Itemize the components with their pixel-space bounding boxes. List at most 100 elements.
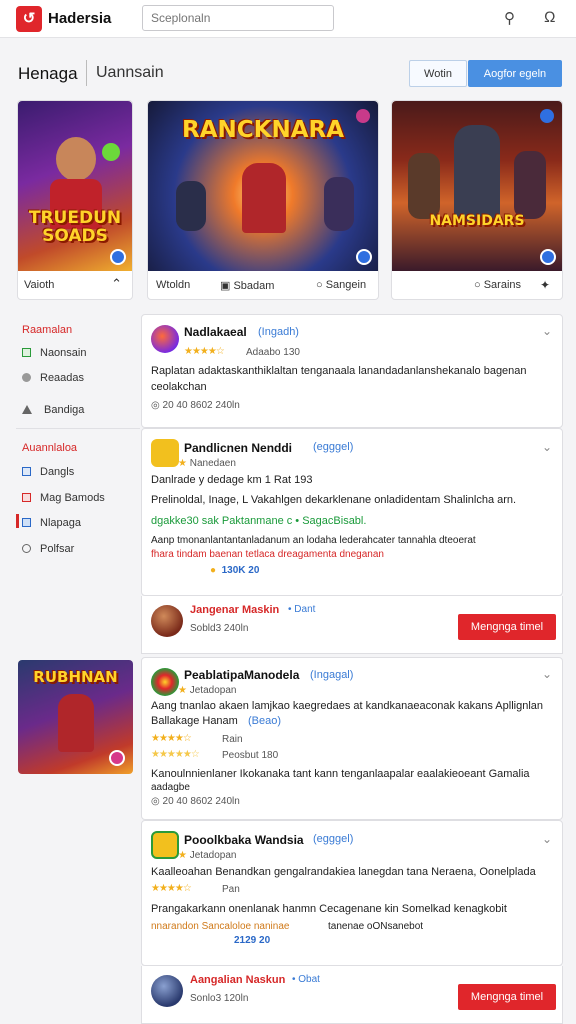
author-tag[interactable]: (egggel) xyxy=(313,833,353,845)
search-icon[interactable]: ⚲ xyxy=(504,9,515,27)
game-card-footer: ○ Sarains ✦ xyxy=(392,271,562,299)
sidebar-item-6[interactable]: Nlapaga xyxy=(22,517,81,529)
sub-author-name[interactable]: Aangalian Naskun xyxy=(190,974,285,986)
post-text: dgakke30 sak Paktanmane c • SagacBisabl. xyxy=(151,515,367,527)
header-divider xyxy=(86,60,87,86)
grid-icon[interactable]: ✦ xyxy=(540,278,550,292)
sidebar-item-7[interactable]: Polfsar xyxy=(22,543,74,555)
rating-text: Adaabo 130 xyxy=(246,347,300,358)
game-footer-label: Vaioth xyxy=(24,279,55,291)
list-icon xyxy=(22,467,31,476)
chevron-down-icon[interactable]: ⌄ xyxy=(542,440,552,454)
sidebar-item-label: Reaadas xyxy=(40,372,85,384)
game-card-image: TRUEDUN SOADS xyxy=(18,101,132,271)
action-button[interactable]: Mengnga timel xyxy=(458,984,556,1010)
chevron-up-icon[interactable]: ⌃ xyxy=(111,276,122,292)
rating-stars: ★★★★☆ xyxy=(151,883,192,894)
favorite-icon[interactable] xyxy=(540,109,554,123)
sub-meta: Sonlo3 120ln xyxy=(190,993,249,1004)
post-text: Prelinoldal, Inage, L Vakahlgen dekarkle… xyxy=(151,494,517,506)
post-text: Kanoulnnienlaner Ikokanaka tant kann ten… xyxy=(151,768,530,780)
page-title: Henaga xyxy=(18,64,78,83)
game-title: NAMSIDARS xyxy=(429,213,525,229)
post-text: Prangakarkann onenlanak hanmn Cecagenane… xyxy=(151,903,507,915)
game-title: TRUEDUN SOADS xyxy=(28,208,122,246)
post-text: nnarandon Sancaloloe naninae xyxy=(151,921,290,932)
author-name[interactable]: Pooolkbaka Wandsia xyxy=(184,833,304,847)
game-card-image: NAMSIDARS xyxy=(392,101,562,271)
author-subtitle: ★ Nanedaen xyxy=(178,458,236,469)
sidebar-item-2[interactable]: Reaadas xyxy=(22,372,84,384)
feed-card-2[interactable]: Pandlicnen Nenddi (egggel) ⌄ ★ Nanedaen … xyxy=(141,428,563,596)
feed-card-1[interactable]: Nadlakaeal (Ingadh) ⌄ ★★★★☆ Adaabo 130 R… xyxy=(141,314,563,428)
sub-author-tag: • Obat xyxy=(292,974,320,985)
rating-text: Pan xyxy=(222,884,240,895)
avatar[interactable] xyxy=(151,668,179,696)
chevron-down-icon[interactable]: ⌄ xyxy=(542,324,552,338)
game-footer-label: ○ Sarains xyxy=(474,279,521,291)
inline-tag[interactable]: (Beao) xyxy=(248,715,281,727)
avatar[interactable] xyxy=(151,975,183,1007)
avatar[interactable] xyxy=(151,605,183,637)
sidebar-divider xyxy=(16,428,140,429)
avatar[interactable] xyxy=(151,439,179,467)
avatar[interactable] xyxy=(151,325,179,353)
post-text: Aanp tmonanlantantanladanum an lodaha le… xyxy=(151,535,476,546)
search-input[interactable] xyxy=(142,5,334,31)
rating-text: Rain xyxy=(222,734,243,745)
game-card-3[interactable]: NAMSIDARS ○ Sarains ✦ xyxy=(391,100,563,300)
sidebar-item-1[interactable]: Naonsain xyxy=(22,347,86,359)
rating-stars: ★★★★★☆ xyxy=(151,749,200,760)
game-card-2[interactable]: RANCKNARA Wtoldn ▣ Sbadam ○ Sangein xyxy=(147,100,379,300)
rating-stars: ★★★★☆ xyxy=(184,346,225,357)
sidebar-item-label: Nlapaga xyxy=(40,517,81,529)
sub-author-tag: • Dant xyxy=(288,604,316,615)
sub-card-2: Aangalian Naskun • Obat Sonlo3 120ln Men… xyxy=(141,966,563,1024)
sidebar-item-4[interactable]: Dangls xyxy=(22,466,74,478)
chevron-down-icon[interactable]: ⌄ xyxy=(542,832,552,846)
sidebar-item-3[interactable]: Bandiga xyxy=(22,404,84,416)
author-name[interactable]: PeablatipaManodela xyxy=(184,668,299,682)
top-bar: ↺ Hadersia ⚲ Ω xyxy=(0,0,576,38)
game-card-1[interactable]: TRUEDUN SOADS Vaioth ⌃ xyxy=(17,100,133,300)
bell-icon xyxy=(22,405,32,414)
sidebar-item-label: Bandiga xyxy=(44,404,85,416)
sidebar-section-title: Raamalan xyxy=(22,324,73,336)
feed-card-3[interactable]: PeablatipaManodela (Ingagal) ⌄ ★ Jetadop… xyxy=(141,657,563,820)
post-text: Raplatan adaktaskanthiklaltan tenganaala… xyxy=(151,365,527,377)
badge-icon xyxy=(109,750,125,766)
primary-button[interactable]: Aogfor egeln xyxy=(468,60,562,87)
author-tag[interactable]: (Ingadh) xyxy=(258,326,299,338)
avatar[interactable] xyxy=(151,831,179,859)
user-icon[interactable]: Ω xyxy=(544,9,556,26)
feed-card-4[interactable]: Pooolkbaka Wandsia (egggel) ⌄ ★ Jetadopa… xyxy=(141,820,563,966)
post-text: Danlrade y dedage km 1 Rat 193 xyxy=(151,474,313,486)
badge-icon xyxy=(540,249,556,265)
game-thumbnail[interactable]: RUBHNAN xyxy=(18,660,133,774)
app-logo[interactable]: ↺ xyxy=(16,6,42,32)
check-icon xyxy=(22,348,31,357)
author-tag[interactable]: (Ingagal) xyxy=(310,669,353,681)
secondary-button[interactable]: Wotin xyxy=(409,60,467,87)
sidebar-item-label: Mag Bamods xyxy=(40,492,105,504)
action-button[interactable]: Mengnga timel xyxy=(458,614,556,640)
author-name[interactable]: Pandlicnen Nenddi xyxy=(184,441,292,455)
active-indicator xyxy=(16,514,19,528)
sidebar-item-label: Naonsain xyxy=(40,347,87,359)
author-subtitle: ★ Jetadopan xyxy=(178,850,237,861)
post-text: fhara tindam baenan tetlaca dreagamenta … xyxy=(151,549,384,560)
author-name[interactable]: Nadlakaeal xyxy=(184,325,247,339)
page-icon xyxy=(22,518,31,527)
sidebar-section-title: Auannlaloa xyxy=(22,442,78,454)
sidebar-item-5[interactable]: Mag Bamods xyxy=(22,492,105,504)
favorite-icon[interactable] xyxy=(356,109,370,123)
post-text: Kaalleoahan Benandkan gengalrandakiea la… xyxy=(151,866,536,878)
chevron-down-icon[interactable]: ⌄ xyxy=(542,667,552,681)
author-tag[interactable]: (egggel) xyxy=(313,441,353,453)
post-meta: 2129 20 xyxy=(234,935,271,946)
sub-author-name[interactable]: Jangenar Maskin xyxy=(190,604,279,616)
post-text: ceolakchan xyxy=(151,381,207,393)
app-name: Hadersia xyxy=(48,10,112,27)
badge-icon xyxy=(356,249,372,265)
clock-icon xyxy=(22,544,31,553)
